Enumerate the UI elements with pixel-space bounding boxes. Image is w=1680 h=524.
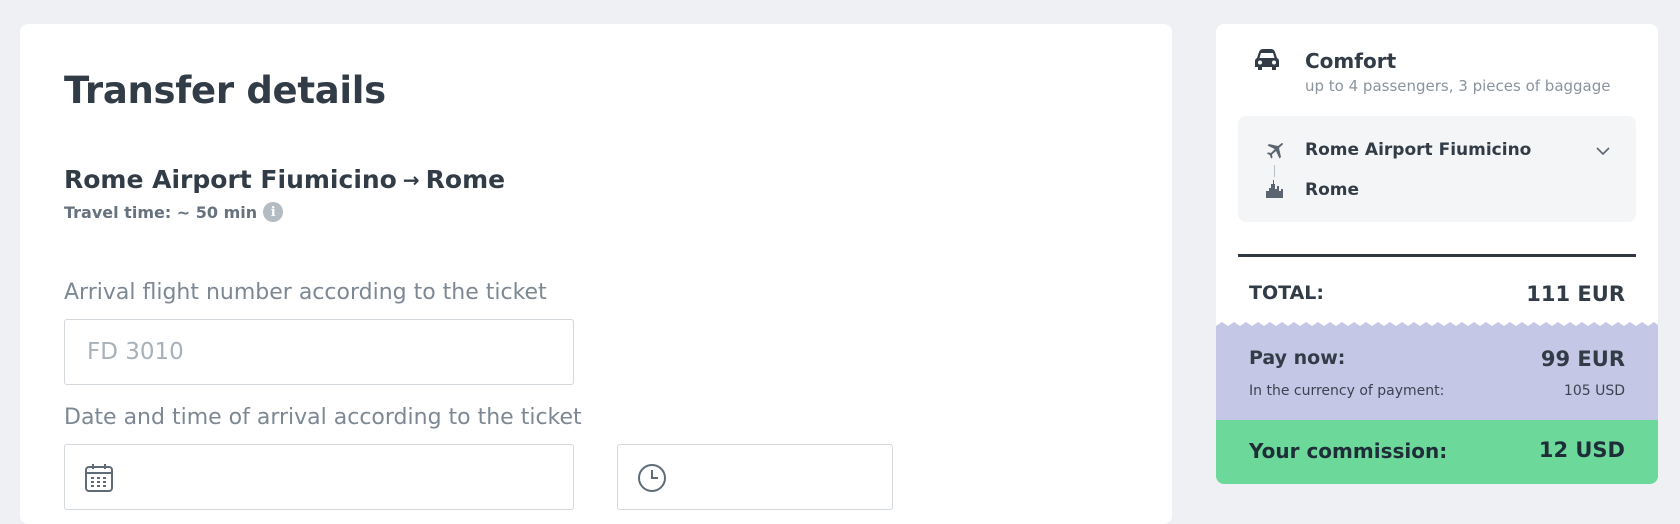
summary-from: Rome Airport Fiumicino — [1305, 140, 1532, 160]
flight-number-input[interactable] — [65, 320, 573, 384]
commission-section: Your commission: 12 USD — [1216, 420, 1658, 484]
payment-currency-value: 105 USD — [1563, 383, 1625, 399]
vehicle-class: Comfort — [1305, 49, 1397, 73]
car-icon — [1255, 49, 1279, 70]
zigzag-edge — [1216, 322, 1658, 331]
total-label: TOTAL: — [1249, 282, 1325, 304]
route-arrow: → — [402, 168, 420, 192]
travel-time: Travel time: ~ 50 min i — [64, 202, 284, 222]
flight-number-label: Arrival flight number according to the t… — [64, 280, 547, 305]
route-connector — [1274, 165, 1275, 177]
page-title: Transfer details — [64, 69, 386, 112]
chevron-down-icon[interactable] — [1594, 142, 1612, 160]
route-summary: Rome Airport Fiumicino Rome — [1238, 116, 1636, 222]
route-from: Rome Airport Fiumicino — [64, 165, 397, 194]
clock-icon — [638, 464, 666, 492]
arrival-date-input[interactable] — [64, 444, 574, 510]
pay-now-value: 99 EUR — [1540, 347, 1625, 371]
pay-now-section: Pay now: 99 EUR In the currency of payme… — [1216, 322, 1658, 426]
summary-divider — [1238, 254, 1636, 257]
route-to: Rome — [425, 165, 506, 194]
flight-number-field — [64, 319, 574, 385]
commission-label: Your commission: — [1249, 439, 1448, 463]
pay-now-label: Pay now: — [1249, 347, 1346, 369]
route-heading: Rome Airport Fiumicino → Rome — [64, 165, 505, 194]
plane-icon — [1267, 143, 1283, 159]
calendar-icon — [85, 464, 113, 492]
info-icon[interactable]: i — [263, 202, 284, 222]
transfer-details-card: Transfer details Rome Airport Fiumicino →… — [20, 24, 1172, 524]
commission-value: 12 USD — [1538, 438, 1625, 462]
vehicle-description: up to 4 passengers, 3 pieces of baggage — [1305, 77, 1611, 95]
order-summary-card: Comfort up to 4 passengers, 3 pieces of … — [1216, 24, 1658, 484]
city-icon — [1266, 180, 1283, 198]
travel-time-text: Travel time: ~ 50 min — [64, 202, 258, 222]
summary-to: Rome — [1305, 180, 1360, 200]
arrival-time-input[interactable] — [617, 444, 893, 510]
arrival-datetime-label: Date and time of arrival according to th… — [64, 405, 582, 430]
payment-currency-label: In the currency of payment: — [1249, 383, 1445, 399]
total-value: 111 EUR — [1526, 282, 1625, 306]
